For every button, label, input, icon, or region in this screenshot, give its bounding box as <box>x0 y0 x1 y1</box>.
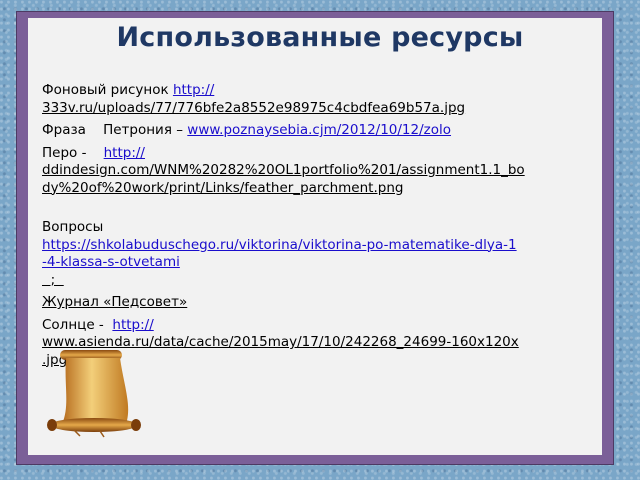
resource-questions-link-2[interactable]: -4-klassa-s-otvetami <box>42 254 180 270</box>
resource-background-link-2[interactable]: 333v.ru/uploads/77/776bfe2a8552e98975c4c… <box>42 100 465 116</box>
resource-phrase: Фраза Петрония – www.poznaysebia.cjm/201… <box>42 122 612 140</box>
resource-background: Фоновый рисунок http:// 333v.ru/uploads/… <box>42 82 612 117</box>
scroll-body <box>62 358 129 424</box>
resource-feather: Перо - http:// ddindesign.com/WNM%20282%… <box>42 145 612 198</box>
scroll-bottom-roll <box>50 418 138 432</box>
resource-feather-link-2[interactable]: ddindesign.com/WNM%20282%20OL1portfolio%… <box>42 162 525 178</box>
resource-questions-trailing: ; <box>42 271 64 288</box>
resource-journal-label[interactable]: Журнал «Педсовет» <box>42 294 187 310</box>
resource-feather-link-3[interactable]: dy%20of%20work/print/Links/feather_parch… <box>42 180 403 196</box>
resource-sun-label: Солнце - <box>42 316 113 333</box>
resource-journal: Журнал «Педсовет» <box>42 294 612 312</box>
resource-questions: Вопросы https://shkolabuduschego.ru/vikt… <box>42 219 612 289</box>
resource-background-label: Фоновый рисунок <box>42 82 173 98</box>
resource-background-link-1[interactable]: http:// <box>173 82 214 98</box>
resource-questions-label: Вопросы <box>42 219 104 235</box>
resource-feather-link-1[interactable]: http:// <box>104 145 145 161</box>
resource-list: Фоновый рисунок http:// 333v.ru/uploads/… <box>42 82 612 369</box>
resource-sun-link-1[interactable]: http:// <box>112 317 153 333</box>
resource-questions-link-1[interactable]: https://shkolabuduschego.ru/viktorina/vi… <box>42 237 517 253</box>
resource-feather-label: Перо - <box>42 144 104 161</box>
scroll-icon <box>47 350 141 438</box>
resource-phrase-label: Фраза Петрония – <box>42 122 188 138</box>
page-title: Использованные ресурсы <box>116 22 524 53</box>
resource-phrase-link[interactable]: www.poznaysebia.cjm/2012/10/12/zolo <box>187 122 451 138</box>
